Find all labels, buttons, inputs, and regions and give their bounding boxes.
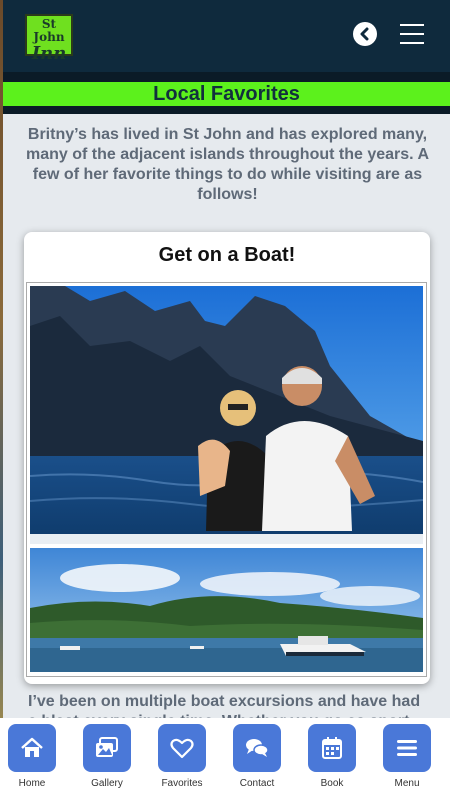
nav-gallery-label: Gallery: [91, 778, 123, 789]
hamburger-icon-bar: [400, 42, 424, 44]
nav-home-label: Home: [18, 778, 46, 789]
background-strip: [0, 0, 3, 800]
nav-gallery[interactable]: Gallery: [77, 724, 137, 800]
nav-contact-tile[interactable]: [233, 724, 281, 772]
site-logo[interactable]: St John Inn: [25, 14, 73, 64]
logo-line1: St John: [33, 17, 65, 44]
home-icon: [21, 737, 43, 757]
menu-button[interactable]: [400, 24, 424, 44]
nav-book-label: Book: [320, 778, 344, 789]
calendar-icon: [322, 737, 342, 759]
nav-favorites-label: Favorites: [161, 778, 203, 789]
nav-menu-tile[interactable]: [383, 724, 431, 772]
gallery-icon: [96, 737, 118, 757]
nav-book[interactable]: Book: [302, 724, 362, 800]
card-title: Get on a Boat!: [158, 244, 296, 266]
nav-book-tile[interactable]: [308, 724, 356, 772]
nav-menu-label: Menu: [394, 778, 420, 789]
chevron-left-icon: [360, 27, 369, 41]
back-button[interactable]: [353, 22, 377, 46]
nav-favorites[interactable]: Favorites: [152, 724, 212, 800]
hamburger-icon-bar: [400, 24, 424, 26]
logo-line2: Inn: [31, 43, 67, 64]
top-bar: St John Inn: [3, 0, 450, 72]
nav-favorites-tile[interactable]: [158, 724, 206, 772]
photo-gallery: [26, 282, 427, 677]
nav-home[interactable]: Home: [2, 724, 62, 800]
couple-on-boat-photo[interactable]: [30, 286, 423, 544]
nav-menu[interactable]: Menu: [377, 724, 437, 800]
header-divider: [3, 72, 450, 82]
intro-text: Britny’s has lived in St John and has ex…: [25, 126, 430, 203]
nav-contact[interactable]: Contact: [227, 724, 287, 800]
nav-home-tile[interactable]: [8, 724, 56, 772]
bay-with-boats-photo[interactable]: [30, 548, 423, 672]
nav-contact-label: Contact: [239, 778, 275, 789]
heart-icon: [170, 738, 194, 759]
bottom-navigation: Home Gallery Favorites Contact Book Menu: [0, 718, 450, 800]
chat-icon: [246, 739, 269, 757]
favorite-card: Get on a Boat!: [24, 232, 430, 684]
banner-divider: [3, 106, 450, 114]
page-title: Local Favorites: [3, 82, 450, 106]
nav-gallery-tile[interactable]: [83, 724, 131, 772]
hamburger-icon-bar: [400, 33, 424, 35]
hamburger-icon: [397, 740, 417, 756]
